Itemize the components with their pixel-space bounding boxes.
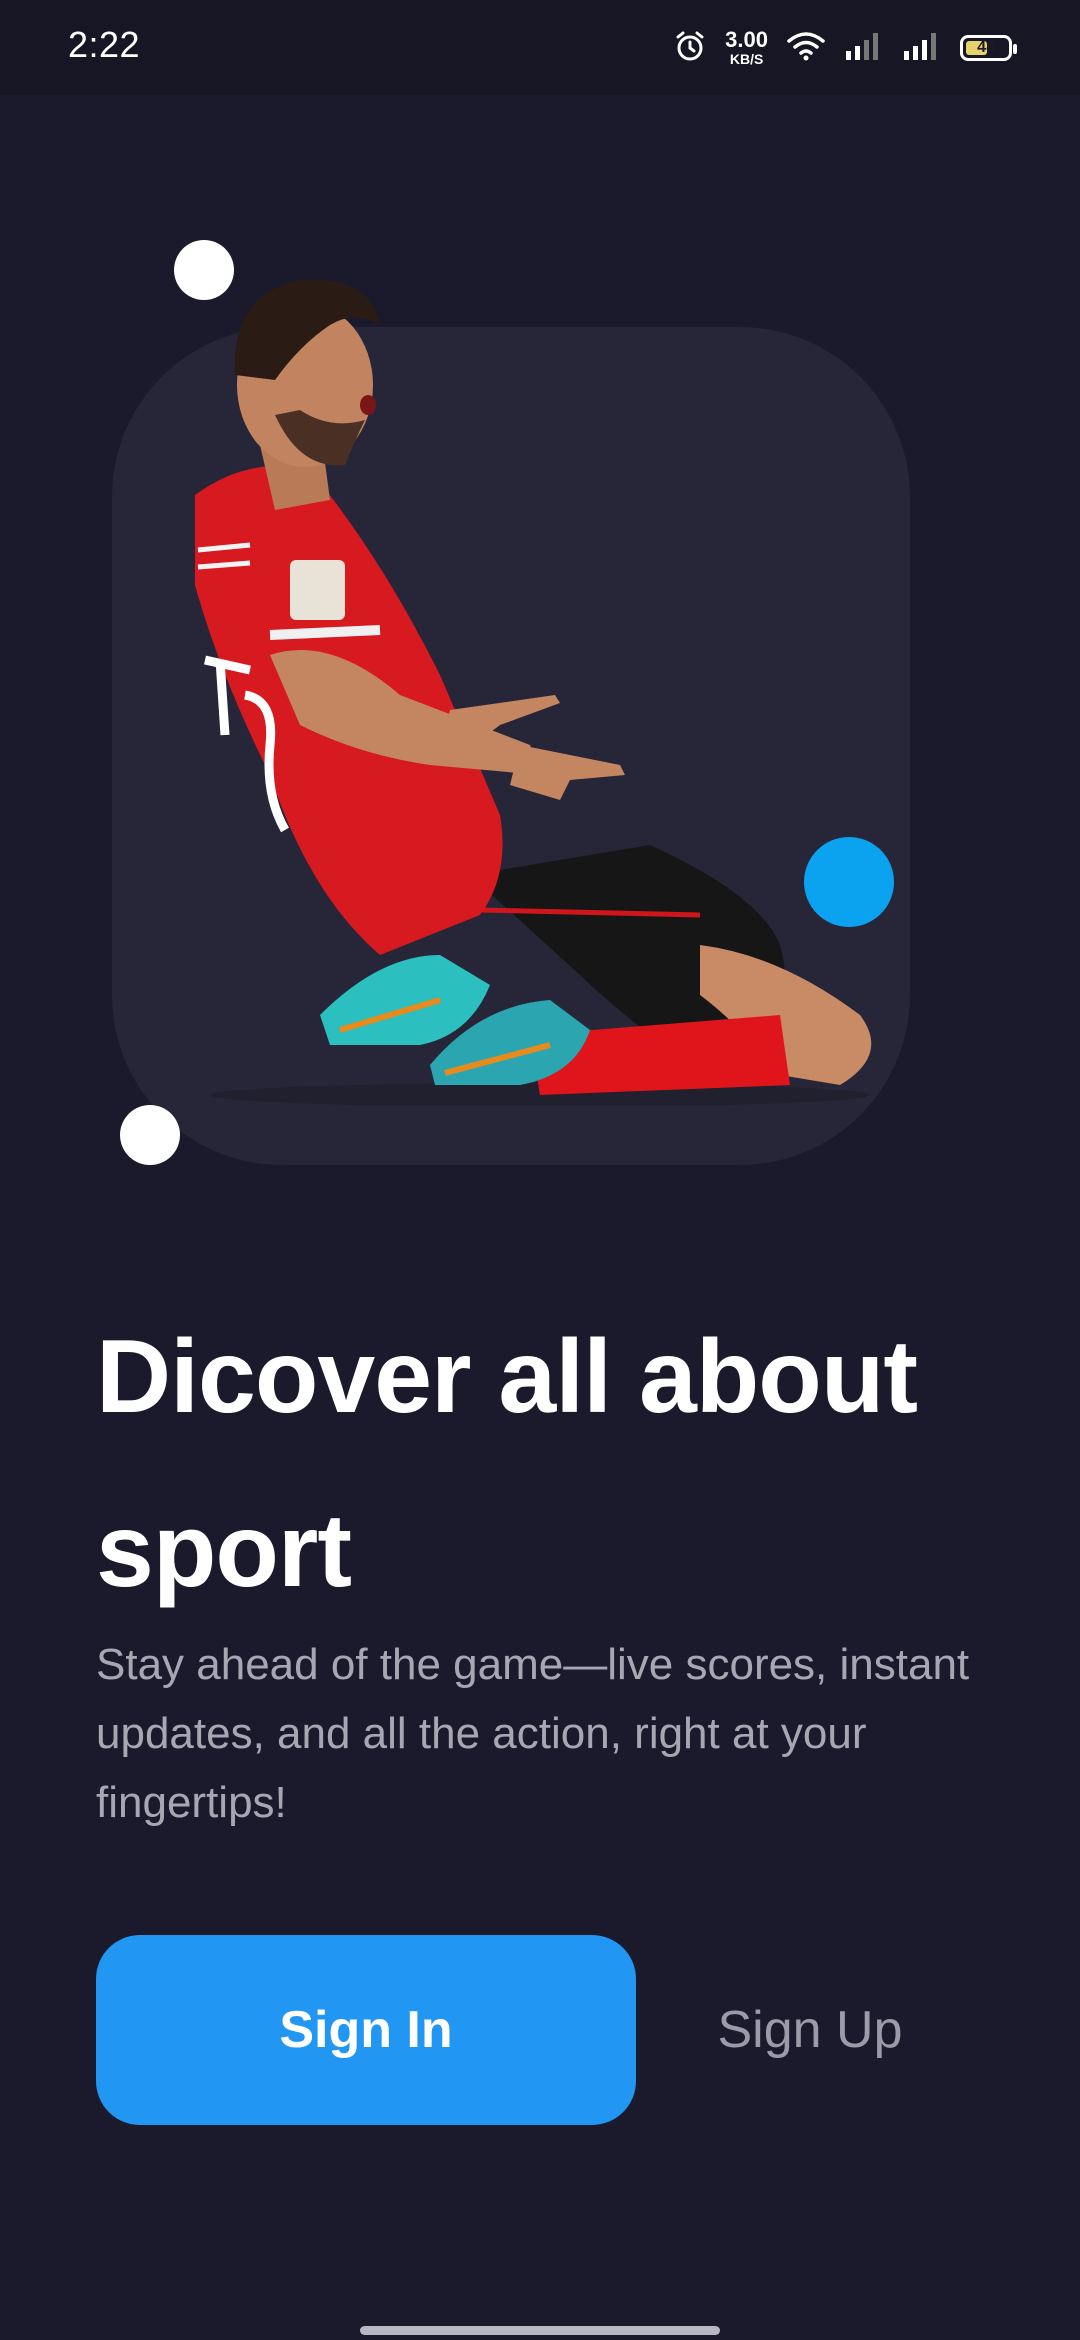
- alarm-icon: [673, 29, 707, 68]
- decor-dot-blue: [804, 837, 894, 927]
- network-speed: 3.00 KB/S: [725, 27, 768, 68]
- signal-icon: [844, 31, 884, 66]
- decor-dot-white: [120, 1105, 180, 1165]
- wifi-icon: [786, 31, 826, 66]
- status-icons: 3.00 KB/S 48: [673, 26, 1017, 70]
- battery-icon: 48: [960, 35, 1017, 61]
- home-indicator[interactable]: [360, 2326, 720, 2335]
- sign-up-link[interactable]: Sign Up: [700, 1935, 920, 2125]
- status-bar: 2:22 3.00 KB/S 48: [0, 0, 1080, 95]
- page-subtitle: Stay ahead of the game—live scores, inst…: [96, 1640, 970, 1827]
- sign-in-button[interactable]: Sign In: [96, 1935, 636, 2125]
- page-title: Dicover all about sport: [96, 1319, 918, 1609]
- hero-player-image: [195, 279, 872, 1105]
- status-time: 2:22: [68, 24, 141, 65]
- signal-icon: [902, 31, 942, 66]
